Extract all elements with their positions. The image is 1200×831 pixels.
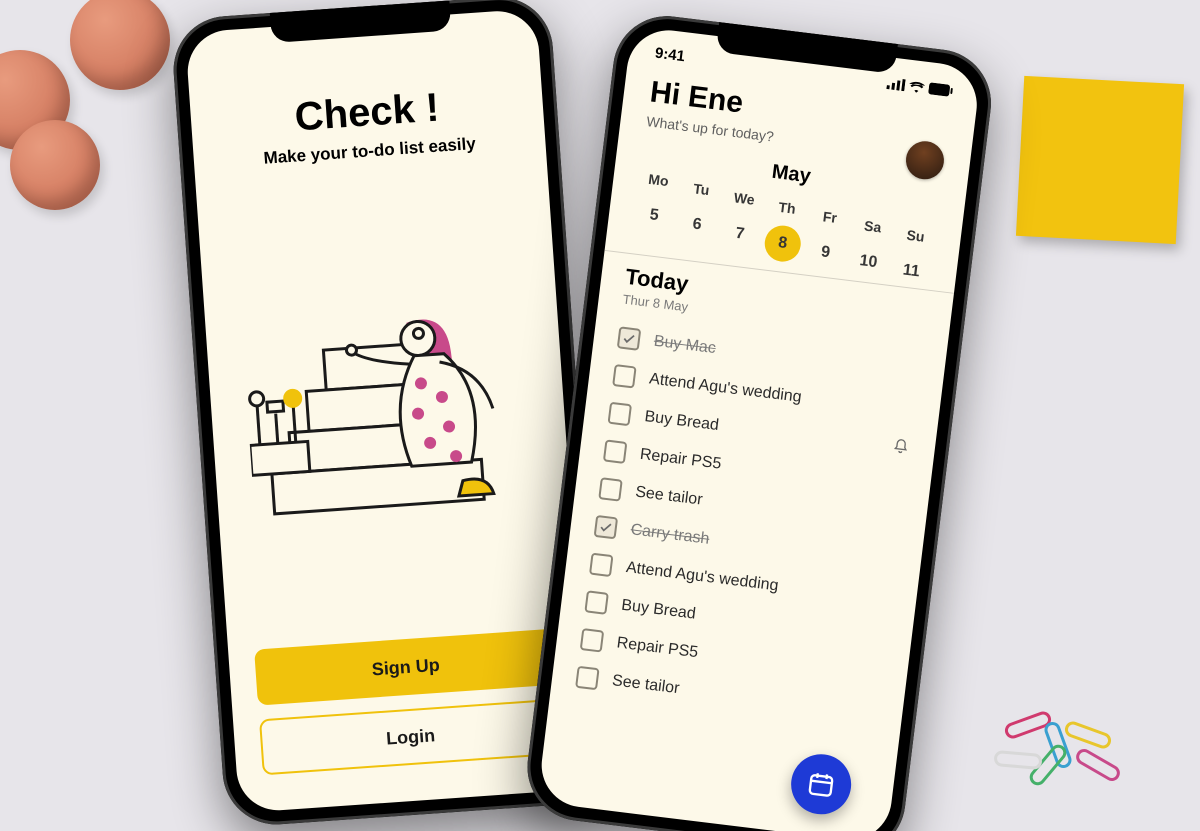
task-label: Buy Bread: [620, 597, 696, 624]
day-abbrev: Th: [778, 199, 797, 217]
login-button[interactable]: Login: [259, 699, 562, 776]
day-abbrev: We: [733, 189, 756, 207]
task-label: Buy Bread: [643, 408, 719, 435]
day-number: 11: [891, 251, 931, 291]
sticky-note-prop: [1016, 76, 1184, 244]
task-label: Repair PS5: [616, 634, 699, 662]
macaron-prop: [10, 120, 100, 210]
day-column[interactable]: Su 11: [888, 225, 937, 292]
day-column[interactable]: Mo 5: [631, 169, 680, 236]
task-checkbox[interactable]: [580, 628, 605, 653]
home-screen: 9:41 Hi Ene What's up for today? May Mo5…: [537, 26, 982, 831]
day-column[interactable]: Tu 6: [674, 179, 723, 246]
phone-home: 9:41 Hi Ene What's up for today? May Mo5…: [521, 10, 997, 831]
day-abbrev: Tu: [692, 180, 710, 198]
day-abbrev: Sa: [863, 217, 882, 235]
paperclip-pile-prop: [990, 681, 1160, 801]
task-checkbox[interactable]: [617, 326, 642, 351]
battery-icon: [928, 82, 953, 97]
task-label: See tailor: [611, 672, 680, 698]
day-abbrev: Su: [906, 227, 926, 245]
welcome-illustration: [223, 181, 552, 630]
day-number: 6: [677, 205, 717, 245]
task-checkbox[interactable]: [575, 666, 600, 691]
task-label: See tailor: [634, 484, 703, 510]
day-column[interactable]: Sa 10: [845, 216, 894, 283]
day-number: 10: [848, 242, 888, 282]
bell-icon[interactable]: [891, 437, 909, 460]
task-checkbox[interactable]: [608, 402, 633, 427]
macaron-prop: [70, 0, 170, 90]
task-list: Buy MacAttend Agu's weddingBuy BreadRepa…: [537, 305, 947, 831]
signal-icon: [886, 77, 905, 91]
welcome-screen: Check ! Make your to-do list easily: [185, 8, 591, 813]
day-abbrev: Fr: [822, 208, 838, 226]
day-column[interactable]: We 7: [717, 188, 766, 255]
task-label: Carry trash: [630, 521, 711, 549]
task-checkbox[interactable]: [603, 439, 628, 464]
day-number: 9: [806, 233, 846, 273]
day-number: 7: [720, 214, 760, 254]
day-column[interactable]: Fr 9: [803, 207, 852, 274]
task-checkbox[interactable]: [598, 477, 623, 502]
task-checkbox[interactable]: [584, 590, 609, 615]
calendar-icon: [806, 769, 837, 800]
signup-button[interactable]: Sign Up: [254, 629, 557, 706]
day-number: 5: [634, 196, 674, 236]
task-checkbox[interactable]: [589, 553, 614, 578]
wifi-icon: [908, 79, 925, 93]
task-label: Repair PS5: [639, 446, 722, 474]
day-column[interactable]: Th 8: [760, 197, 809, 264]
task-checkbox[interactable]: [594, 515, 619, 540]
day-abbrev: Mo: [648, 171, 670, 189]
task-checkbox[interactable]: [612, 364, 637, 389]
task-label: Buy Mac: [653, 333, 717, 358]
day-number: 8: [763, 224, 803, 264]
